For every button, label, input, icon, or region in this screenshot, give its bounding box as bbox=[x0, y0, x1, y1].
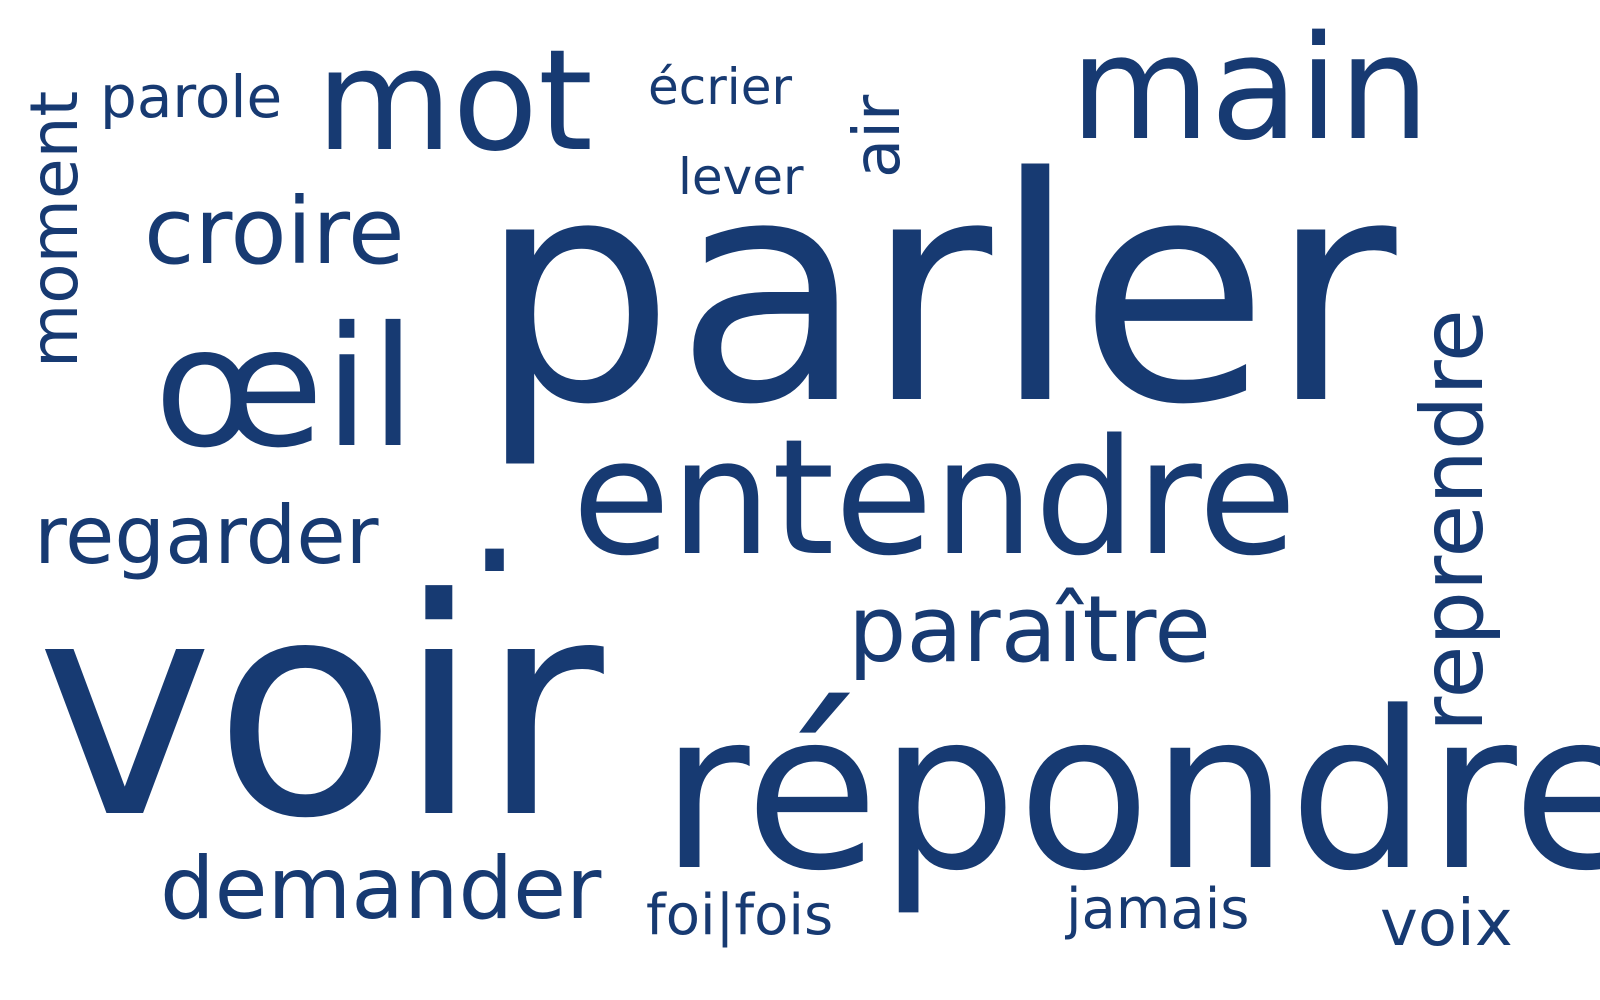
word-parler: parler bbox=[478, 112, 1397, 473]
word-jamais: jamais bbox=[1066, 877, 1250, 942]
word-paraitre: paraître bbox=[848, 576, 1212, 683]
word-parole: parole bbox=[100, 63, 283, 131]
word-foi-fois: foi|fois bbox=[646, 883, 834, 948]
word-voir: voir bbox=[36, 535, 604, 884]
word-cloud: moment air reprendre parole mot écrier m… bbox=[0, 0, 1600, 1000]
word-moment: moment bbox=[16, 90, 93, 368]
word-ecrier: écrier bbox=[648, 58, 793, 116]
word-demander: demander bbox=[160, 839, 602, 939]
word-oeil: œil bbox=[154, 292, 417, 485]
word-voix: voix bbox=[1380, 887, 1513, 961]
word-repondre: répondre bbox=[660, 666, 1600, 919]
word-croire: croire bbox=[144, 178, 405, 285]
word-entendre: entendre bbox=[572, 404, 1297, 591]
